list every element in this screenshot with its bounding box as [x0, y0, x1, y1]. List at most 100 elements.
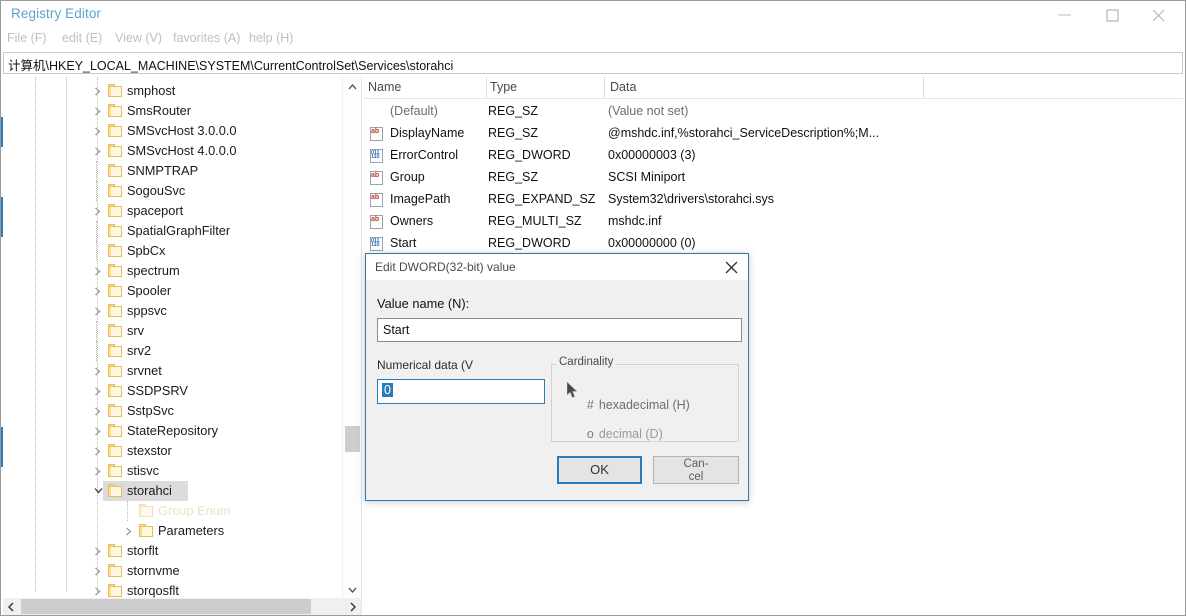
chevron-right-icon[interactable] — [91, 261, 105, 281]
table-row[interactable]: abImagePathREG_EXPAND_SZSystem32\drivers… — [364, 190, 1183, 210]
chevron-right-icon[interactable] — [91, 461, 105, 481]
dialog-close-button[interactable] — [714, 254, 748, 280]
tree-item[interactable]: srv2 — [3, 341, 333, 361]
scroll-down-button[interactable] — [343, 580, 362, 599]
menu-item-favorites[interactable]: favorites (A) — [173, 31, 240, 45]
table-row[interactable]: abDisplayNameREG_SZ@mshdc.inf,%storahci_… — [364, 124, 1183, 144]
tree-item-label: SpbCx — [127, 243, 165, 258]
tree-item[interactable]: spaceport — [3, 201, 333, 221]
tree-item[interactable]: spectrum — [3, 261, 333, 281]
folder-icon — [108, 404, 123, 417]
tree-item[interactable]: srvnet — [3, 361, 333, 381]
close-button[interactable] — [1137, 1, 1183, 28]
folder-icon — [108, 284, 123, 297]
chevron-right-icon[interactable] — [91, 541, 105, 561]
table-row[interactable]: abGroupREG_SZSCSI Miniport — [364, 168, 1183, 188]
tree-item[interactable]: SMSvcHost 4.0.0.0 — [3, 141, 333, 161]
tree-item[interactable]: SpbCx — [3, 241, 333, 261]
registry-tree[interactable]: smphostSmsRouterSMSvcHost 3.0.0.0SMSvcHo… — [3, 77, 361, 599]
page-title: Registry Editor — [11, 6, 101, 21]
chevron-right-icon[interactable] — [91, 561, 105, 581]
tree-item[interactable]: sppsvc — [3, 301, 333, 321]
value-type: REG_MULTI_SZ — [488, 214, 582, 228]
tree-item-label: StateRepository — [127, 423, 218, 438]
chevron-right-icon[interactable] — [91, 141, 105, 161]
table-row[interactable]: 011110ErrorControlREG_DWORD0x00000003 (3… — [364, 146, 1183, 166]
tree-item-label: stisvc — [127, 463, 159, 478]
chevron-right-icon[interactable] — [91, 81, 105, 101]
scroll-right-button[interactable] — [344, 598, 361, 615]
tree-item[interactable]: storahci — [3, 481, 333, 501]
menu-item-help[interactable]: help (H) — [249, 31, 293, 45]
chevron-right-icon[interactable] — [91, 581, 105, 599]
scroll-up-button[interactable] — [343, 77, 362, 96]
tree-horizontal-scrollbar[interactable] — [3, 598, 361, 615]
tree-item[interactable]: stexstor — [3, 441, 333, 461]
tree-item-label: SSDPSRV — [127, 383, 188, 398]
menu-item-file[interactable]: File (F) — [7, 31, 47, 45]
chevron-right-icon[interactable] — [91, 381, 105, 401]
column-header-type[interactable]: Type — [490, 80, 517, 94]
values-column-headers: Name Type Data — [364, 77, 1183, 99]
tree-item[interactable]: Parameters — [3, 521, 333, 541]
tree-item[interactable]: Spooler — [3, 281, 333, 301]
table-row[interactable]: 011110StartREG_DWORD0x00000000 (0) — [364, 234, 1183, 254]
chevron-right-icon[interactable] — [91, 361, 105, 381]
tree-item[interactable]: SogouSvc — [3, 181, 333, 201]
cancel-button[interactable]: Can- cel — [653, 456, 739, 484]
chevron-right-icon[interactable] — [122, 521, 136, 541]
menu-item-edit[interactable]: edit (E) — [62, 31, 102, 45]
table-row[interactable]: (Default)REG_SZ(Value not set) — [364, 102, 1183, 122]
column-divider[interactable] — [604, 77, 605, 98]
column-divider[interactable] — [923, 77, 924, 98]
column-header-name[interactable]: Name — [368, 80, 401, 94]
registry-path: 计算机\HKEY_LOCAL_MACHINE\SYSTEM\CurrentCon… — [8, 55, 453, 74]
numerical-data-value: 0 — [382, 383, 393, 397]
chevron-down-icon[interactable] — [91, 481, 105, 501]
chevron-right-icon[interactable] — [91, 301, 105, 321]
chevron-right-icon[interactable] — [91, 441, 105, 461]
scrollbar-thumb[interactable] — [345, 426, 360, 452]
maximize-button[interactable] — [1091, 1, 1137, 28]
folder-icon — [108, 444, 123, 457]
scroll-left-button[interactable] — [3, 598, 20, 615]
tree-item[interactable]: SmsRouter — [3, 101, 333, 121]
chevron-right-icon[interactable] — [91, 101, 105, 121]
column-header-data[interactable]: Data — [610, 80, 636, 94]
tree-item[interactable]: storqosflt — [3, 581, 333, 599]
tree-stub-line — [96, 241, 97, 261]
tree-item[interactable]: smphost — [3, 81, 333, 101]
folder-icon — [108, 164, 123, 177]
address-bar[interactable]: 计算机\HKEY_LOCAL_MACHINE\SYSTEM\CurrentCon… — [3, 52, 1183, 74]
chevron-right-icon[interactable] — [91, 401, 105, 421]
chevron-right-icon[interactable] — [91, 201, 105, 221]
scrollbar-thumb[interactable] — [21, 599, 311, 614]
tree-item[interactable]: stornvme — [3, 561, 333, 581]
tree-item[interactable]: storflt — [3, 541, 333, 561]
tree-item[interactable]: SstpSvc — [3, 401, 333, 421]
radio-decimal[interactable]: odecimal (D) — [566, 413, 663, 455]
tree-item[interactable]: SNMPTRAP — [3, 161, 333, 181]
ok-button[interactable]: OK — [557, 456, 642, 484]
tree-item[interactable]: srv — [3, 321, 333, 341]
chevron-right-icon[interactable] — [91, 121, 105, 141]
menu-item-view[interactable]: View (V) — [115, 31, 162, 45]
tree-item[interactable]: StateRepository — [3, 421, 333, 441]
chevron-right-icon[interactable] — [91, 281, 105, 301]
tree-item[interactable]: SMSvcHost 3.0.0.0 — [3, 121, 333, 141]
tree-item[interactable]: stisvc — [3, 461, 333, 481]
minimize-button[interactable] — [1043, 1, 1089, 28]
chevron-right-icon[interactable] — [91, 421, 105, 441]
ok-button-label: OK — [559, 462, 640, 477]
tree-item[interactable]: SpatialGraphFilter — [3, 221, 333, 241]
tree-stub-line — [96, 181, 97, 201]
tree-vertical-scrollbar[interactable] — [342, 77, 361, 599]
numerical-data-input[interactable]: 0 — [377, 379, 545, 404]
value-type: REG_SZ — [488, 126, 538, 140]
value-name-input[interactable]: Start — [377, 318, 742, 342]
tree-item[interactable]: Group Enum — [3, 501, 333, 521]
column-divider[interactable] — [486, 77, 487, 98]
folder-icon — [108, 104, 123, 117]
table-row[interactable]: abOwnersREG_MULTI_SZmshdc.inf — [364, 212, 1183, 232]
tree-item[interactable]: SSDPSRV — [3, 381, 333, 401]
